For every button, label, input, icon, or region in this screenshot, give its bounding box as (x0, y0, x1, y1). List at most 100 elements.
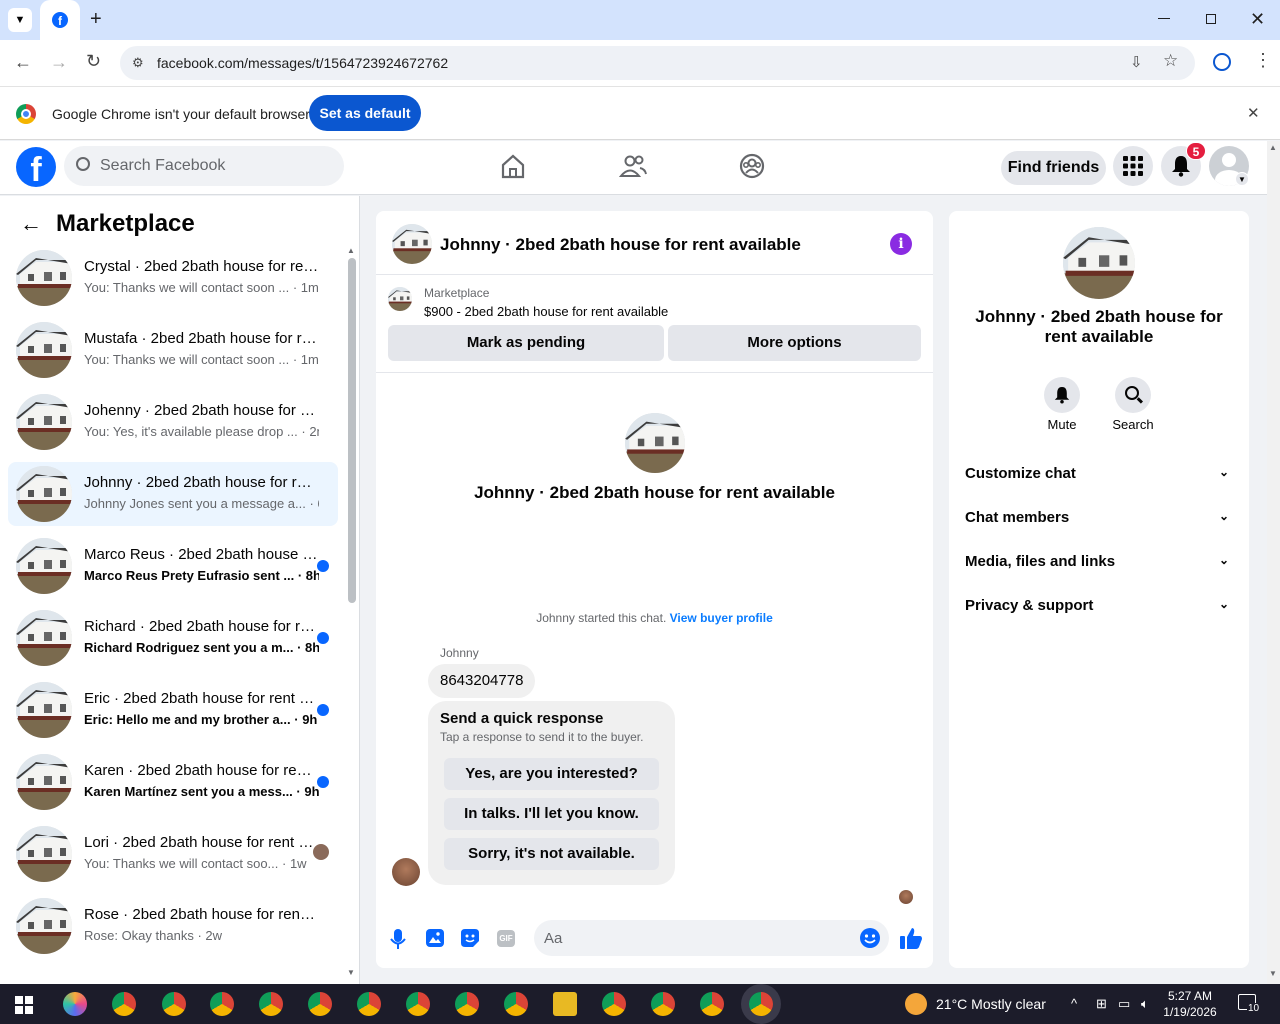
quick-reply-button[interactable]: Yes, are you interested? (444, 758, 659, 790)
page-scrollbar[interactable]: ▲ ▼ (1267, 141, 1280, 984)
conversation-item[interactable]: Lori · 2bed 2bath house for rent availab… (8, 822, 338, 886)
more-options-button[interactable]: More options (668, 325, 921, 361)
address-bar[interactable]: ⚙ facebook.com/messages/t/15647239246727… (120, 46, 1195, 80)
facebook-search-input[interactable]: Search Facebook (64, 146, 344, 186)
chat-title[interactable]: Johnny · 2bed 2bath house for rent avail… (440, 235, 801, 255)
sender-avatar[interactable] (392, 858, 420, 886)
emoji-icon[interactable] (860, 928, 880, 948)
preview-time: · 8h (297, 568, 319, 583)
show-hidden-icons-icon[interactable]: ^ (1071, 996, 1077, 1011)
list-scrollbar[interactable] (348, 258, 356, 603)
conversation-item[interactable]: Mustafa · 2bed 2bath house for rent avai… (8, 318, 338, 382)
chrome-icon[interactable] (259, 992, 283, 1016)
chrome-icon[interactable] (651, 992, 675, 1016)
photo-icon[interactable] (426, 929, 444, 947)
info-icon[interactable]: i (890, 233, 912, 255)
listing-title[interactable]: $900 - 2bed 2bath house for rent availab… (424, 304, 668, 319)
meet-now-icon[interactable]: ⊞ (1096, 996, 1107, 1012)
scroll-up-arrow-icon[interactable]: ▲ (1269, 143, 1277, 152)
close-window-icon[interactable]: ✕ (1250, 9, 1265, 30)
weather-icon[interactable] (905, 993, 927, 1015)
weather-widget[interactable]: 21°C Mostly clear (936, 996, 1046, 1012)
conversation-item[interactable]: Eric · 2bed 2bath house for rent availab… (8, 678, 338, 742)
privacy-support-section[interactable]: Privacy & support ⌄ (965, 597, 1235, 614)
find-friends-button[interactable]: Find friends (1001, 151, 1106, 185)
conversation-item[interactable]: Crystal · 2bed 2bath house for rent avai… (8, 246, 338, 310)
back-arrow-icon[interactable]: ← (14, 52, 32, 73)
details-avatar[interactable] (1063, 227, 1135, 299)
chrome-icon[interactable] (749, 992, 773, 1016)
back-arrow-icon[interactable]: ← (20, 211, 42, 237)
customize-chat-section[interactable]: Customize chat ⌄ (965, 465, 1235, 482)
install-app-icon[interactable]: ⇩ (1130, 53, 1143, 71)
network-icon[interactable]: ▭ (1118, 996, 1130, 1012)
mark-as-pending-button[interactable]: Mark as pending (388, 325, 664, 361)
chat-avatar[interactable] (392, 224, 432, 264)
infobar-close-icon[interactable]: ✕ (1247, 104, 1260, 122)
preview-time: · 1w (282, 856, 307, 871)
search-chat-button[interactable] (1115, 377, 1151, 413)
scroll-down-arrow-icon[interactable]: ▼ (1269, 969, 1277, 978)
media-files-links-section[interactable]: Media, files and links ⌄ (965, 553, 1235, 570)
new-tab-plus-icon[interactable]: + (90, 8, 102, 31)
chrome-icon[interactable] (357, 992, 381, 1016)
conversation-item[interactable]: Rose · 2bed 2bath house for rent availab… (8, 894, 338, 958)
chat-intro-avatar (625, 413, 685, 473)
tab-list-chevron-icon[interactable]: ▼ (8, 8, 32, 32)
conversation-name: Richard · 2bed 2bath house for rent avai… (84, 618, 319, 635)
chrome-icon[interactable] (210, 992, 234, 1016)
chrome-icon[interactable] (406, 992, 430, 1016)
listing-thumbnail[interactable] (388, 287, 412, 311)
scroll-down-arrow-icon[interactable]: ▼ (347, 968, 355, 977)
quick-reply-button[interactable]: Sorry, it's not available. (444, 838, 659, 870)
search-label: Search (1112, 417, 1154, 432)
message-bubble[interactable]: 8643204778 (428, 664, 536, 698)
mute-button[interactable] (1044, 377, 1080, 413)
copilot-icon[interactable] (63, 992, 87, 1016)
conversation-item[interactable]: Johenny · 2bed 2bath house for rent avai… (8, 390, 338, 454)
browser-tab-facebook[interactable]: f (40, 0, 80, 40)
conversation-item[interactable]: Marco Reus · 2bed 2bath house for rent a… (8, 534, 338, 598)
preview-time: · 2m (301, 424, 319, 439)
conversation-item[interactable]: Richard · 2bed 2bath house for rent avai… (8, 606, 338, 670)
site-info-icon[interactable]: ⚙ (132, 55, 144, 71)
scroll-up-arrow-icon[interactable]: ▲ (347, 246, 355, 255)
reload-icon[interactable]: ↻ (86, 51, 101, 72)
account-chevron-down-icon[interactable]: ▼ (1235, 172, 1249, 186)
seen-receipt-avatar (899, 890, 913, 904)
set-as-default-button[interactable]: Set as default (309, 95, 421, 131)
restore-icon[interactable] (1206, 14, 1216, 24)
chrome-icon[interactable] (504, 992, 528, 1016)
conversation-item[interactable]: Johnny · 2bed 2bath house for rent avail… (8, 462, 338, 526)
facebook-logo-icon[interactable]: f (16, 147, 56, 187)
chrome-icon[interactable] (112, 992, 136, 1016)
home-icon[interactable] (498, 151, 528, 181)
chat-members-section[interactable]: Chat members ⌄ (965, 509, 1235, 526)
sticker-icon[interactable] (461, 929, 479, 947)
bookmark-star-icon[interactable]: ☆ (1163, 51, 1178, 71)
view-buyer-profile-link[interactable]: View buyer profile (670, 611, 773, 625)
profile-icon[interactable] (1213, 53, 1231, 71)
chrome-icon[interactable] (455, 992, 479, 1016)
message-input[interactable]: Aa (534, 920, 889, 956)
windows-start-icon[interactable] (15, 996, 33, 1014)
menu-dots-icon[interactable]: ⋮ (1254, 50, 1272, 71)
clock[interactable]: 5:27 AM 1/19/2026 (1160, 988, 1220, 1020)
file-explorer-icon[interactable] (553, 992, 577, 1016)
gif-icon[interactable]: GIF (497, 930, 515, 947)
groups-icon[interactable] (737, 151, 767, 181)
chrome-icon[interactable] (602, 992, 626, 1016)
conversation-preview: Rose: Okay thanks · 2w (84, 928, 319, 943)
minimize-icon[interactable] (1158, 18, 1170, 19)
chrome-icon[interactable] (308, 992, 332, 1016)
chrome-icon[interactable] (700, 992, 724, 1016)
thumbs-up-icon[interactable] (900, 927, 922, 949)
forward-arrow-icon[interactable]: → (50, 52, 68, 73)
friends-icon[interactable] (618, 151, 648, 181)
chrome-icon[interactable] (162, 992, 186, 1016)
microphone-icon[interactable] (390, 929, 406, 949)
conversation-item[interactable]: Karen · 2bed 2bath house for rent availa… (8, 750, 338, 814)
volume-icon[interactable]: 🔈︎ (1141, 996, 1149, 1012)
quick-reply-button[interactable]: In talks. I'll let you know. (444, 798, 659, 830)
menu-grid-button[interactable] (1113, 146, 1153, 186)
